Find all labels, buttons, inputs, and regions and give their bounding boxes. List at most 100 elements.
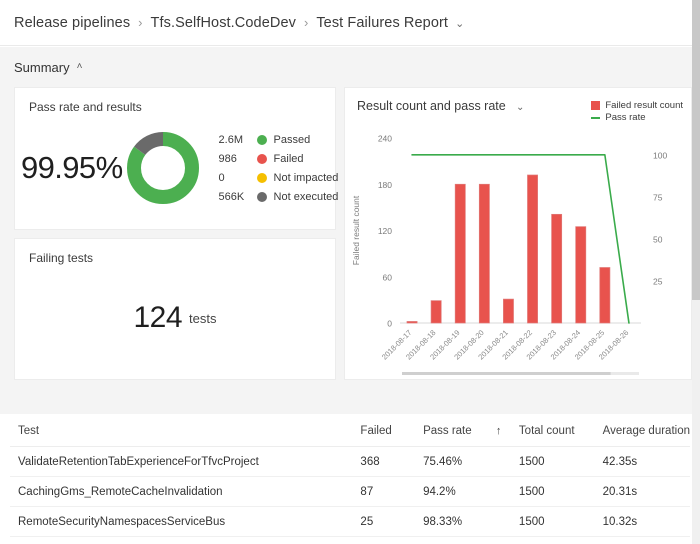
cell-average-duration: 62.9s	[594, 536, 690, 544]
chart-svg: 0 60 120 180 240 25 50 75 100 Failed result count…	[351, 134, 667, 375]
cell-total-count: 1500	[510, 506, 595, 537]
legend-dot-not-impacted	[256, 172, 267, 183]
summary-cards: Pass rate and results 99.95% 2.6M Passed…	[8, 81, 692, 380]
legend-label-not-executed: Not executed	[273, 190, 339, 203]
svg-text:180: 180	[378, 180, 392, 190]
legend-count-not-impacted: 0	[218, 171, 225, 184]
chevron-down-icon[interactable]: ⌄	[455, 17, 464, 30]
cell-test: ValidateOptionsTabExperience	[10, 536, 353, 544]
cell-failed: 368	[352, 446, 416, 477]
chevron-up-icon[interactable]: ˄	[77, 61, 83, 72]
svg-text:50: 50	[653, 234, 663, 244]
chart-header: Result count and pass rate ⌄ Failed resu…	[345, 88, 691, 123]
cell-sort-spacer	[487, 446, 511, 477]
column-header-average-duration[interactable]: Average duration	[594, 414, 690, 447]
chart-plot-area: 0 60 120 180 240 25 50 75 100 Failed result count…	[345, 126, 700, 381]
legend-dot-passed	[256, 134, 267, 145]
table-head: Test Failed Pass rate ↑ Total count Aver…	[10, 414, 690, 447]
legend-label-not-impacted: Not impacted	[273, 171, 339, 184]
legend-count-failed: 986	[218, 152, 237, 165]
cell-average-duration: 10.32s	[594, 506, 690, 537]
cell-average-duration: 42.35s	[594, 446, 690, 477]
failing-tests-card: Failing tests 124 tests	[14, 238, 336, 380]
cell-total-count: 1500	[510, 536, 595, 544]
legend-count-passed: 2.6M	[218, 133, 244, 146]
chevron-down-icon[interactable]: ⌄	[516, 102, 524, 113]
table-row[interactable]: CachingGms_RemoteCacheInvalidation 87 94.2…	[10, 476, 690, 507]
cell-failed: 87	[352, 476, 416, 507]
chart-legend: Failed result count Pass rate	[591, 99, 683, 123]
cell-sort-spacer	[487, 476, 511, 507]
breadcrumb-item-release-pipelines[interactable]: Release pipelines	[14, 15, 130, 31]
test-results-table: Test Failed Pass rate ↑ Total count Aver…	[10, 414, 690, 544]
cell-failed: 25	[352, 506, 416, 537]
summary-left-column: Pass rate and results 99.95% 2.6M Passed…	[14, 87, 338, 380]
failing-tests-card-title: Failing tests	[29, 251, 94, 265]
chart-legend-swatch-line	[591, 116, 601, 119]
cell-average-duration: 20.31s	[594, 476, 690, 507]
chart-legend-swatch-bar	[591, 101, 601, 110]
cell-total-count: 1500	[510, 446, 595, 477]
pass-rate-card-title: Pass rate and results	[29, 100, 142, 114]
svg-text:240: 240	[378, 134, 392, 144]
svg-text:25: 25	[653, 276, 663, 286]
cell-test: ValidateRetentionTabExperienceForTfvcPro…	[10, 446, 353, 477]
table-header-row: Test Failed Pass rate ↑ Total count Aver…	[10, 414, 690, 447]
pass-rate-legend: 2.6M Passed 986 Failed 0 Not impacted 56…	[219, 131, 339, 205]
summary-section: Summary ˄ Pass rate and results 99.95% 2…	[0, 47, 700, 414]
svg-text:0: 0	[387, 319, 392, 329]
legend-dot-not-executed	[256, 191, 267, 202]
chart-legend-label-pass-rate: Pass rate	[605, 112, 646, 123]
cell-pass-rate: 98.33%	[415, 506, 488, 537]
summary-header[interactable]: Summary ˄	[8, 53, 692, 81]
table-row[interactable]: ValidateOptionsTabExperience1599% 150062.…	[10, 536, 690, 544]
pass-rate-card-body: 99.95% 2.6M Passed 986 Failed 0 Not impa…	[15, 114, 338, 222]
pass-rate-value: 99.95%	[21, 150, 123, 185]
chart-legend-label-failed: Failed result count	[605, 100, 683, 111]
chart-title-group[interactable]: Result count and pass rate ⌄	[357, 99, 524, 113]
failing-tests-unit: tests	[189, 310, 217, 326]
failing-tests-value: 124	[133, 301, 183, 334]
chart-legend-item-failed-result-count[interactable]: Failed result count	[591, 100, 683, 111]
legend-item-not-impacted: 0 Not impacted	[219, 169, 339, 186]
legend-dot-failed	[256, 153, 267, 164]
failing-tests-card-body: 124 tests	[15, 265, 335, 371]
table-row[interactable]: RemoteSecurityNamespacesServiceBus 25 98.3…	[10, 506, 690, 537]
pass-rate-card: Pass rate and results 99.95% 2.6M Passed…	[14, 87, 338, 230]
cell-sort-spacer	[487, 536, 511, 544]
test-results-table-region: Test Failed Pass rate ↑ Total count Aver…	[0, 414, 700, 544]
cell-test: RemoteSecurityNamespacesServiceBus	[10, 506, 353, 537]
column-header-test[interactable]: Test	[10, 414, 353, 447]
legend-item-failed: 986 Failed	[219, 150, 339, 167]
cell-sort-spacer	[487, 506, 511, 537]
cell-total-count: 1500	[510, 476, 595, 507]
svg-text:Failed result count: Failed result count	[351, 195, 361, 265]
chart-title: Result count and pass rate	[357, 99, 506, 113]
svg-text:120: 120	[378, 226, 392, 236]
cell-pass-rate: 75.46%	[415, 446, 488, 477]
table-body: ValidateRetentionTabExperienceForTfvcPro…	[10, 446, 690, 544]
breadcrumb-item-current[interactable]: Test Failures Report	[316, 15, 448, 31]
legend-item-passed: 2.6M Passed	[219, 131, 339, 148]
breadcrumb-separator-icon: ›	[138, 15, 143, 30]
result-count-chart-card: Result count and pass rate ⌄ Failed resu…	[344, 87, 692, 380]
breadcrumb: Release pipelines › Tfs.SelfHost.CodeDev…	[0, 0, 700, 46]
pass-rate-donut-chart	[123, 128, 203, 208]
cell-pass-rate: 99%	[415, 536, 488, 544]
legend-label-passed: Passed	[273, 133, 311, 146]
column-header-failed[interactable]: Failed	[352, 414, 416, 447]
svg-text:60: 60	[383, 272, 393, 282]
column-header-total-count[interactable]: Total count	[510, 414, 595, 447]
breadcrumb-item-project[interactable]: Tfs.SelfHost.CodeDev	[151, 15, 296, 31]
sort-ascending-icon[interactable]: ↑	[487, 414, 511, 447]
cell-pass-rate: 94.2%	[415, 476, 488, 507]
legend-count-not-executed: 566K	[218, 190, 245, 203]
legend-label-failed: Failed	[273, 152, 304, 165]
cell-failed: 15	[352, 536, 416, 544]
chart-legend-item-pass-rate[interactable]: Pass rate	[591, 112, 683, 123]
vertical-scrollbar-thumb[interactable]	[692, 0, 700, 300]
breadcrumb-separator-icon: ›	[303, 15, 309, 30]
vertical-scrollbar-track[interactable]	[692, 0, 700, 544]
column-header-pass-rate[interactable]: Pass rate	[415, 414, 488, 447]
table-row[interactable]: ValidateRetentionTabExperienceForTfvcPro…	[10, 446, 690, 477]
